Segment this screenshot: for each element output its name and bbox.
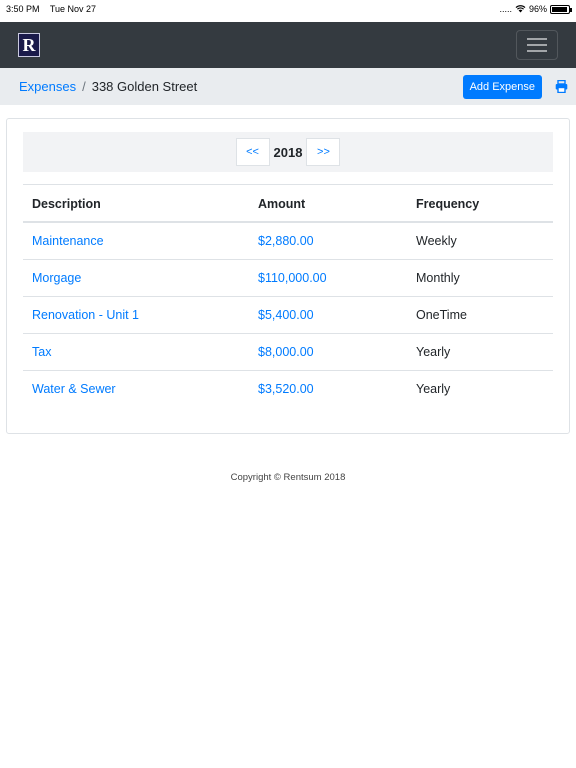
battery-fill [552,6,568,12]
add-expense-button[interactable]: Add Expense [462,74,542,99]
breadcrumb-expenses-link[interactable]: Expenses [19,79,76,94]
breadcrumb: Expenses / 338 Golden Street [19,79,197,94]
expense-frequency: Yearly [407,333,553,371]
expense-amount-link[interactable]: $8,000.00 [249,333,407,371]
status-left: 3:50 PM Tue Nov 27 [6,4,104,14]
table-row: Morgage $110,000.00 Monthly [23,259,553,297]
expense-frequency: OneTime [407,296,553,334]
wifi-icon [515,4,526,15]
print-icon[interactable] [554,80,568,94]
logo-letter: R [22,34,36,55]
year-pager: << 2018 >> [235,138,341,166]
expense-amount-link[interactable]: $5,400.00 [249,296,407,334]
column-header-description: Description [23,184,249,223]
brand-logo[interactable]: R [18,33,40,57]
year-selector-bar: << 2018 >> [23,132,553,172]
expenses-table: Description Amount Frequency Maintenance… [23,184,553,408]
hamburger-icon-line [527,44,547,46]
navbar: R [0,22,576,68]
battery-icon [550,4,572,14]
previous-year-button[interactable]: << [235,138,270,166]
breadcrumb-separator: / [82,79,86,94]
expenses-card: << 2018 >> Description Amount Frequency … [6,118,570,434]
battery-percent: 96% [528,4,547,14]
current-year: 2018 [273,144,303,160]
status-right: ..... 96% [499,4,572,15]
hamburger-menu-button[interactable] [516,30,558,60]
footer-copyright: Copyright © Rentsum 2018 [230,472,346,483]
breadcrumb-actions: Add Expense [462,74,568,99]
breadcrumb-current: 338 Golden Street [91,79,198,94]
status-bar: 3:50 PM Tue Nov 27 ..... 96% [0,0,576,18]
table-row: Tax $8,000.00 Yearly [23,333,553,371]
status-time: 3:50 PM [6,4,40,14]
expense-description-link[interactable]: Renovation - Unit 1 [23,296,249,334]
expense-description-link[interactable]: Morgage [23,259,249,297]
expense-description-link[interactable]: Water & Sewer [23,370,249,408]
next-year-button[interactable]: >> [306,138,341,166]
status-date: Tue Nov 27 [49,4,97,14]
expense-amount-link[interactable]: $3,520.00 [249,370,407,408]
breadcrumb-bar: Expenses / 338 Golden Street Add Expense [0,68,576,105]
table-row: Maintenance $2,880.00 Weekly [23,221,553,260]
signal-dots: ..... [499,4,512,14]
expense-amount-link[interactable]: $110,000.00 [249,259,407,297]
table-row: Water & Sewer $3,520.00 Yearly [23,370,553,408]
expense-frequency: Monthly [407,259,553,297]
column-header-frequency: Frequency [407,184,553,223]
table-row: Renovation - Unit 1 $5,400.00 OneTime [23,296,553,334]
expense-description-link[interactable]: Maintenance [23,221,249,260]
hamburger-icon-line [527,38,547,40]
expense-frequency: Yearly [407,370,553,408]
table-header-row: Description Amount Frequency [23,184,553,223]
expense-description-link[interactable]: Tax [23,333,249,371]
expense-amount-link[interactable]: $2,880.00 [249,221,407,260]
column-header-amount: Amount [249,184,407,223]
hamburger-icon-line [527,50,547,52]
expense-frequency: Weekly [407,221,553,260]
